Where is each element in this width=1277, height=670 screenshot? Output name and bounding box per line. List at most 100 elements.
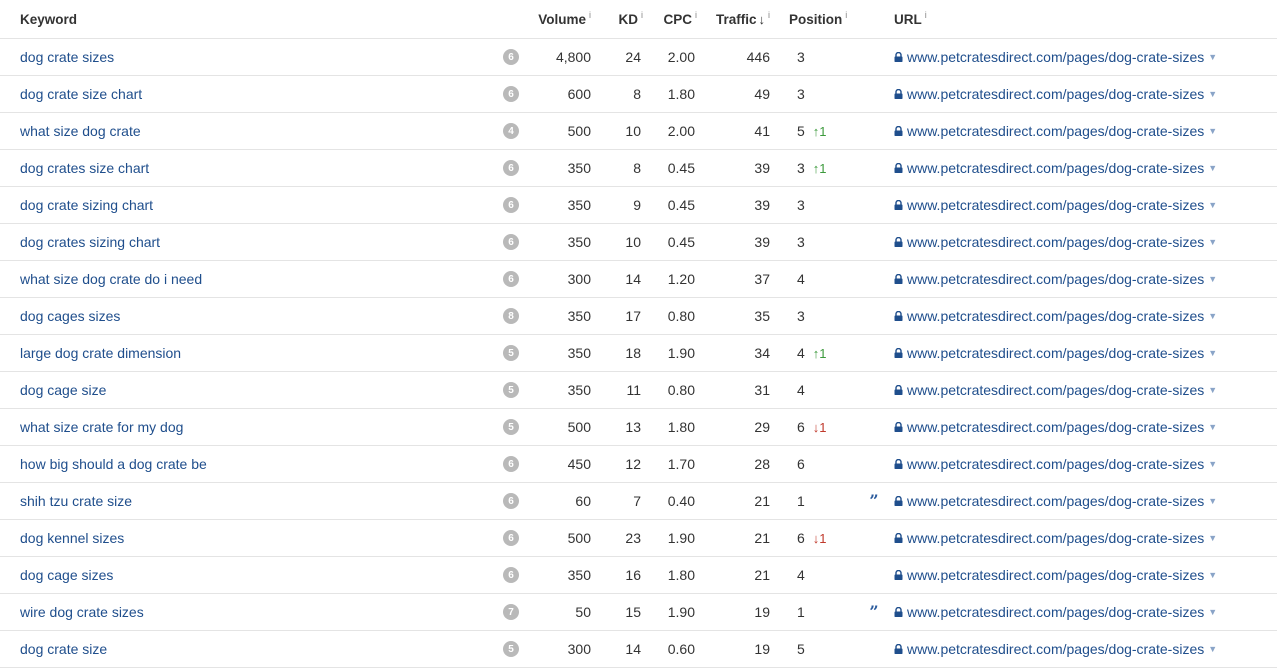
url-link[interactable]: www.petcratesdirect.com/pages/dog-crate-…: [907, 382, 1204, 398]
url-link[interactable]: www.petcratesdirect.com/pages/dog-crate-…: [907, 123, 1204, 139]
keyword-link[interactable]: wire dog crate sizes: [20, 604, 144, 620]
caret-down-icon[interactable]: ▼: [1208, 496, 1217, 506]
column-header-url[interactable]: URL i: [894, 0, 927, 38]
caret-down-icon[interactable]: ▼: [1208, 533, 1217, 543]
volume-cell: 350: [567, 382, 591, 398]
column-header-cpc[interactable]: CPC i: [663, 0, 697, 38]
serp-features-cell: 5: [503, 335, 519, 371]
caret-down-icon[interactable]: ▼: [1208, 52, 1217, 62]
keyword-link[interactable]: what size dog crate do i need: [20, 271, 202, 287]
url-link[interactable]: www.petcratesdirect.com/pages/dog-crate-…: [907, 160, 1204, 176]
keyword-link[interactable]: what size dog crate: [20, 123, 141, 139]
table-row: how big should a dog crate be 6 450 12 1.70 2…: [0, 446, 1277, 483]
serp-features-badge[interactable]: 5: [503, 382, 519, 398]
serp-features-badge[interactable]: 7: [503, 604, 519, 620]
caret-down-icon[interactable]: ▼: [1208, 311, 1217, 321]
caret-down-icon[interactable]: ▼: [1208, 200, 1217, 210]
caret-down-icon[interactable]: ▼: [1208, 422, 1217, 432]
url-link[interactable]: www.petcratesdirect.com/pages/dog-crate-…: [907, 308, 1204, 324]
table-row: dog crate size chart 6 600 8 1.80 49 3 www.petc…: [0, 76, 1277, 113]
volume-cell: 600: [567, 86, 591, 102]
caret-down-icon[interactable]: ▼: [1208, 126, 1217, 136]
lock-icon: [894, 570, 903, 580]
url-link[interactable]: www.petcratesdirect.com/pages/dog-crate-…: [907, 419, 1204, 435]
url-link[interactable]: www.petcratesdirect.com/pages/dog-crate-…: [907, 271, 1204, 287]
lock-icon: [894, 52, 903, 62]
serp-features-badge[interactable]: 6: [503, 493, 519, 509]
url-cell: www.petcratesdirect.com/pages/dog-crate-…: [894, 76, 1217, 112]
cpc-cell: 1.80: [667, 419, 695, 435]
column-header-position[interactable]: Position i: [789, 0, 847, 38]
url-link[interactable]: www.petcratesdirect.com/pages/dog-crate-…: [907, 567, 1204, 583]
column-header-volume[interactable]: Volume i: [538, 0, 591, 38]
serp-features-cell: 6: [503, 39, 519, 75]
caret-down-icon[interactable]: ▼: [1208, 274, 1217, 284]
serp-features-badge[interactable]: 5: [503, 419, 519, 435]
keyword-link[interactable]: dog crate size: [20, 641, 107, 657]
serp-features-badge[interactable]: 6: [503, 567, 519, 583]
info-icon[interactable]: i: [695, 10, 697, 20]
info-icon[interactable]: i: [641, 10, 643, 20]
url-cell: www.petcratesdirect.com/pages/dog-crate-…: [894, 372, 1217, 408]
column-header-label: KD: [618, 12, 639, 27]
info-icon[interactable]: i: [589, 10, 591, 20]
lock-icon: [894, 126, 903, 136]
keyword-link[interactable]: dog crates sizing chart: [20, 234, 160, 250]
serp-features-badge[interactable]: 8: [503, 308, 519, 324]
serp-features-badge[interactable]: 6: [503, 271, 519, 287]
serp-features-badge[interactable]: 6: [503, 49, 519, 65]
keyword-link[interactable]: what size crate for my dog: [20, 419, 183, 435]
url-link[interactable]: www.petcratesdirect.com/pages/dog-crate-…: [907, 234, 1204, 250]
caret-down-icon[interactable]: ▼: [1208, 237, 1217, 247]
caret-down-icon[interactable]: ▼: [1208, 459, 1217, 469]
url-link[interactable]: www.petcratesdirect.com/pages/dog-crate-…: [907, 493, 1204, 509]
url-link[interactable]: www.petcratesdirect.com/pages/dog-crate-…: [907, 49, 1204, 65]
caret-down-icon[interactable]: ▼: [1208, 385, 1217, 395]
url-link[interactable]: www.petcratesdirect.com/pages/dog-crate-…: [907, 641, 1204, 657]
keyword-link[interactable]: large dog crate dimension: [20, 345, 181, 361]
serp-features-badge[interactable]: 6: [503, 197, 519, 213]
column-header-keyword[interactable]: Keyword: [20, 0, 77, 38]
keyword-link[interactable]: dog crate sizes: [20, 49, 114, 65]
caret-down-icon[interactable]: ▼: [1208, 89, 1217, 99]
lock-icon: [894, 163, 903, 173]
volume-cell: 450: [567, 456, 591, 472]
cpc-cell: 0.45: [667, 234, 695, 250]
keyword-cell: shih tzu crate size: [20, 483, 132, 519]
serp-features-badge[interactable]: 6: [503, 456, 519, 472]
keyword-link[interactable]: dog cage sizes: [20, 567, 113, 583]
info-icon[interactable]: i: [925, 10, 927, 20]
keyword-link[interactable]: shih tzu crate size: [20, 493, 132, 509]
url-link[interactable]: www.petcratesdirect.com/pages/dog-crate-…: [907, 345, 1204, 361]
serp-features-badge[interactable]: 4: [503, 123, 519, 139]
caret-down-icon[interactable]: ▼: [1208, 348, 1217, 358]
caret-down-icon[interactable]: ▼: [1208, 644, 1217, 654]
url-link[interactable]: www.petcratesdirect.com/pages/dog-crate-…: [907, 86, 1204, 102]
serp-features-badge[interactable]: 6: [503, 86, 519, 102]
keyword-link[interactable]: dog crate sizing chart: [20, 197, 153, 213]
cpc-cell: 1.70: [667, 456, 695, 472]
caret-down-icon[interactable]: ▼: [1208, 607, 1217, 617]
serp-features-badge[interactable]: 5: [503, 641, 519, 657]
serp-features-badge[interactable]: 6: [503, 530, 519, 546]
serp-features-badge[interactable]: 5: [503, 345, 519, 361]
keyword-link[interactable]: dog cages sizes: [20, 308, 120, 324]
serp-features-badge[interactable]: 6: [503, 234, 519, 250]
url-link[interactable]: www.petcratesdirect.com/pages/dog-crate-…: [907, 197, 1204, 213]
column-header-kd[interactable]: KD i: [619, 0, 644, 38]
keyword-link[interactable]: dog cage size: [20, 382, 106, 398]
keyword-link[interactable]: dog kennel sizes: [20, 530, 124, 546]
serp-features-badge[interactable]: 6: [503, 160, 519, 176]
info-icon[interactable]: i: [768, 10, 770, 20]
keyword-link[interactable]: how big should a dog crate be: [20, 456, 207, 472]
caret-down-icon[interactable]: ▼: [1208, 570, 1217, 580]
url-link[interactable]: www.petcratesdirect.com/pages/dog-crate-…: [907, 456, 1204, 472]
info-icon[interactable]: i: [845, 10, 847, 20]
column-header-traffic[interactable]: Traffic ↓ i: [716, 0, 770, 38]
url-link[interactable]: www.petcratesdirect.com/pages/dog-crate-…: [907, 604, 1204, 620]
url-link[interactable]: www.petcratesdirect.com/pages/dog-crate-…: [907, 530, 1204, 546]
caret-down-icon[interactable]: ▼: [1208, 163, 1217, 173]
keyword-link[interactable]: dog crates size chart: [20, 160, 149, 176]
keyword-link[interactable]: dog crate size chart: [20, 86, 142, 102]
kd-cell: 14: [625, 641, 641, 657]
